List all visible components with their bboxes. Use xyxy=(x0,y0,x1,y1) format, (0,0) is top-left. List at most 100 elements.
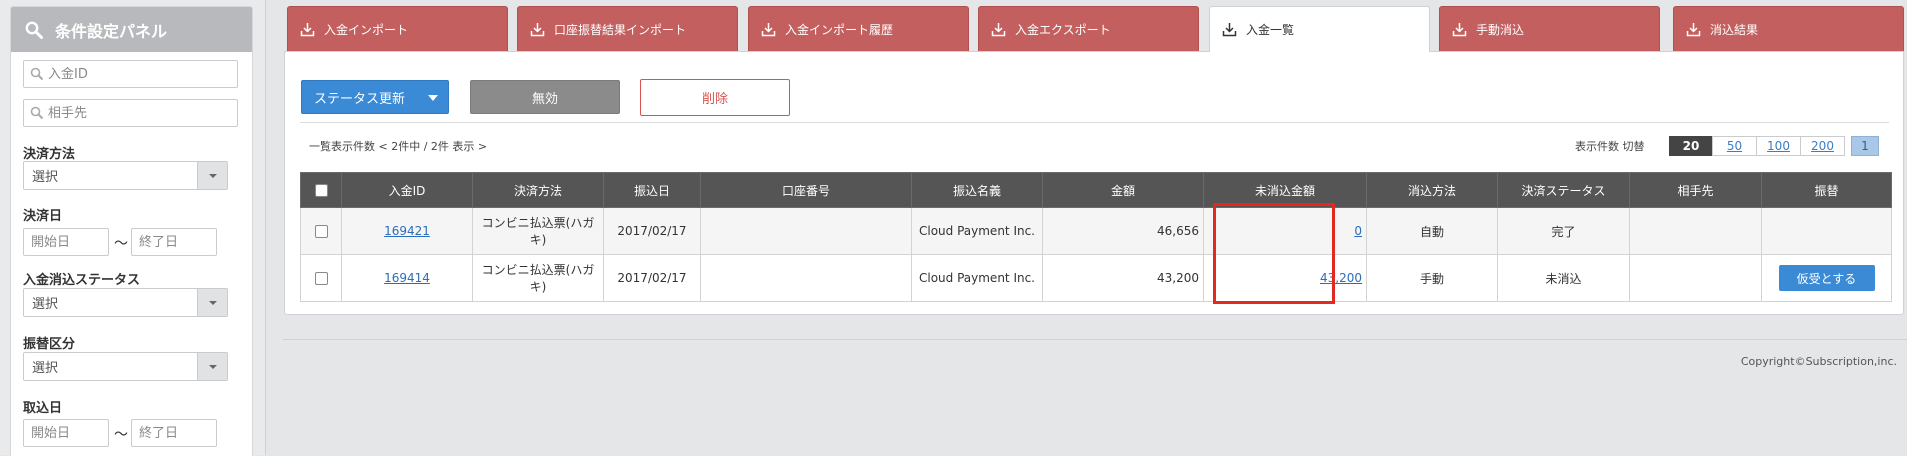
tab-manual-clear[interactable]: 手動消込 xyxy=(1439,6,1660,51)
clear-status-value: 選択 xyxy=(32,297,59,312)
import-date-end-input[interactable] xyxy=(137,424,217,442)
delete-label: 削除 xyxy=(701,92,728,107)
transfer-select[interactable]: 選択 xyxy=(23,352,228,381)
filter-panel-header: 条件設定パネル xyxy=(11,7,252,52)
header-clear-method: 消込方法 xyxy=(1366,172,1498,208)
settle-method-label: 決済方法 xyxy=(23,147,76,162)
list-count-text: 一覧表示件数 < 2件中 / 2件 表示 > xyxy=(309,140,488,153)
status-update-label: ステータス更新 xyxy=(314,91,406,107)
table-row: 169421 コンビニ払込票(ハガキ) 2017/02/17 Cloud Pay… xyxy=(300,207,1892,255)
payment-id-field[interactable] xyxy=(23,60,238,88)
tab-label: 手動消込 xyxy=(1476,22,1525,37)
payment-id-input[interactable] xyxy=(48,66,228,82)
import-date-start-input[interactable] xyxy=(29,424,109,442)
tab-transfer-import[interactable]: 口座振替結果インポート xyxy=(517,6,738,51)
cell-clear-method: 手動 xyxy=(1366,254,1498,302)
download-icon xyxy=(300,22,315,36)
perpage-option-100[interactable]: 100 xyxy=(1756,136,1801,156)
tab-label: 入金エクスポート xyxy=(1015,22,1111,37)
cell-uncleared: 43,200 xyxy=(1203,254,1367,302)
perpage-option-50[interactable]: 50 xyxy=(1712,136,1757,156)
perpage-option-200[interactable]: 200 xyxy=(1800,136,1845,156)
filter-panel: 条件設定パネル 決済方法 選択 決済日 〜 入金消込ステータス 選択 振替区分 xyxy=(10,6,253,456)
search-icon xyxy=(30,67,44,81)
cell-date: 2017/02/17 xyxy=(603,207,701,255)
chevron-down-icon xyxy=(197,289,227,316)
tab-label: 口座振替結果インポート xyxy=(554,22,687,37)
cell-method: コンビニ払込票(ハガキ) xyxy=(472,254,604,302)
cell-account xyxy=(700,207,912,255)
search-icon xyxy=(30,106,44,120)
perpage-option-20[interactable]: 20 xyxy=(1669,136,1713,156)
pagination: 20 50 100 200 1 xyxy=(1669,136,1879,156)
download-icon xyxy=(1686,22,1701,36)
disable-label: 無効 xyxy=(531,91,558,107)
copyright-text: Copyright©Subscription,inc. xyxy=(1740,355,1897,368)
cell-partner xyxy=(1629,207,1762,255)
tab-label: 入金インポート履歴 xyxy=(785,22,894,37)
download-icon xyxy=(761,22,776,36)
row-select[interactable] xyxy=(300,207,342,255)
import-date-start[interactable] xyxy=(23,419,109,447)
settle-date-label: 決済日 xyxy=(23,209,63,224)
settle-date-start[interactable] xyxy=(23,228,109,256)
settle-date-start-input[interactable] xyxy=(29,233,109,251)
settle-method-value: 選択 xyxy=(32,170,59,185)
cell-payment-id: 169414 xyxy=(341,254,473,302)
uncleared-link[interactable]: 43,200 xyxy=(1320,271,1362,285)
partner-field[interactable] xyxy=(23,99,238,127)
left-sidebar: 条件設定パネル 決済方法 選択 決済日 〜 入金消込ステータス 選択 振替区分 xyxy=(0,0,266,456)
cell-transfer xyxy=(1761,207,1892,255)
provisional-receipt-button[interactable]: 仮受とする xyxy=(1778,265,1875,291)
clear-status-select[interactable]: 選択 xyxy=(23,288,228,317)
cell-partner xyxy=(1629,254,1762,302)
transfer-value: 選択 xyxy=(32,361,59,376)
payment-id-link[interactable]: 169414 xyxy=(384,271,430,285)
header-uncleared: 未消込金額 xyxy=(1203,172,1367,208)
tab-label: 入金一覧 xyxy=(1246,23,1295,37)
row-checkbox[interactable] xyxy=(314,272,328,285)
tab-label: 消込結果 xyxy=(1710,22,1759,37)
uncleared-link[interactable]: 0 xyxy=(1354,224,1362,238)
tab-clear-result[interactable]: 消込結果 xyxy=(1673,6,1904,51)
cell-amount: 46,656 xyxy=(1042,207,1204,255)
status-update-button[interactable]: ステータス更新 xyxy=(301,80,449,114)
page-current[interactable]: 1 xyxy=(1851,136,1879,156)
header-payment-id: 入金ID xyxy=(341,172,473,208)
select-all-checkbox[interactable] xyxy=(314,184,328,197)
caret-down-icon xyxy=(428,95,438,101)
download-icon xyxy=(1452,22,1467,36)
header-account: 口座番号 xyxy=(700,172,912,208)
cell-payment-id: 169421 xyxy=(341,207,473,255)
partner-input[interactable] xyxy=(48,105,228,121)
footer-divider xyxy=(283,339,1907,340)
header-transfer: 振替 xyxy=(1761,172,1892,208)
cell-name: Cloud Payment Inc. xyxy=(911,254,1043,302)
header-method: 決済方法 xyxy=(472,172,604,208)
cell-status: 未消込 xyxy=(1497,254,1630,302)
settle-date-end-input[interactable] xyxy=(137,233,217,251)
divider xyxy=(300,122,1889,123)
disable-button[interactable]: 無効 xyxy=(470,80,620,114)
download-icon xyxy=(991,22,1006,36)
table-header-row: 入金ID 決済方法 振込日 口座番号 振込名義 金額 未消込金額 消込方法 決済… xyxy=(300,172,1892,208)
settle-method-select[interactable]: 選択 xyxy=(23,161,228,190)
payment-id-link[interactable]: 169421 xyxy=(384,224,430,238)
header-amount: 金額 xyxy=(1042,172,1204,208)
cell-uncleared: 0 xyxy=(1203,207,1367,255)
tab-payment-list[interactable]: 入金一覧 xyxy=(1209,6,1430,52)
row-select[interactable] xyxy=(300,254,342,302)
delete-button[interactable]: 削除 xyxy=(640,79,790,116)
cell-status: 完了 xyxy=(1497,207,1630,255)
cell-clear-method: 自動 xyxy=(1366,207,1498,255)
header-name: 振込名義 xyxy=(911,172,1043,208)
tab-import-history[interactable]: 入金インポート履歴 xyxy=(748,6,969,51)
import-date-end[interactable] xyxy=(131,419,217,447)
download-icon xyxy=(530,22,545,36)
row-checkbox[interactable] xyxy=(314,225,328,238)
tab-payment-export[interactable]: 入金エクスポート xyxy=(978,6,1199,51)
header-date: 振込日 xyxy=(603,172,701,208)
header-select-all[interactable] xyxy=(300,172,342,208)
tab-payment-import[interactable]: 入金インポート xyxy=(287,6,508,51)
settle-date-end[interactable] xyxy=(131,228,217,256)
